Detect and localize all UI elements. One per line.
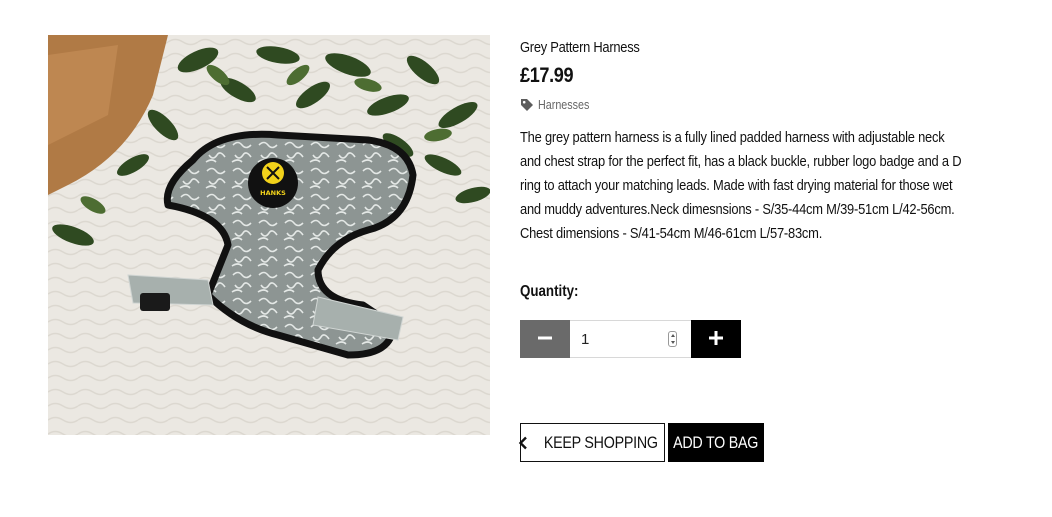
product-image[interactable]: HANKS <box>48 35 490 435</box>
quantity-input[interactable] <box>570 321 671 357</box>
keep-shopping-button[interactable]: KEEP SHOPPING <box>517 423 665 462</box>
category-link[interactable]: Harnesses <box>538 98 589 112</box>
add-to-bag-button[interactable]: ADD TO BAG <box>668 423 764 462</box>
quantity-decrease-button[interactable] <box>520 320 570 358</box>
product-title: Grey Pattern Harness <box>520 39 640 56</box>
svg-text:HANKS: HANKS <box>260 189 286 197</box>
quantity-stepper <box>520 320 741 358</box>
quantity-increase-button[interactable] <box>691 320 741 358</box>
chevron-left-icon <box>517 436 529 450</box>
quantity-field-wrapper <box>570 320 691 358</box>
tag-icon <box>520 98 534 112</box>
plus-icon <box>709 330 723 348</box>
minus-icon <box>538 331 552 348</box>
quantity-label: Quantity: <box>520 283 579 300</box>
add-to-bag-label: ADD TO BAG <box>673 432 759 452</box>
spinner-down-icon[interactable] <box>670 341 675 344</box>
quantity-spinner[interactable] <box>668 331 677 347</box>
product-page: HANKS Grey Pattern Harness £17.99 Harnes… <box>0 0 1052 517</box>
keep-shopping-label: KEEP SHOPPING <box>543 432 658 452</box>
product-description: The grey pattern harness is a fully line… <box>520 129 962 242</box>
product-price: £17.99 <box>520 64 574 87</box>
product-details: Grey Pattern Harness £17.99 Harnesses Th… <box>520 36 980 246</box>
product-category[interactable]: Harnesses <box>520 97 980 113</box>
spinner-up-icon[interactable] <box>670 334 675 337</box>
